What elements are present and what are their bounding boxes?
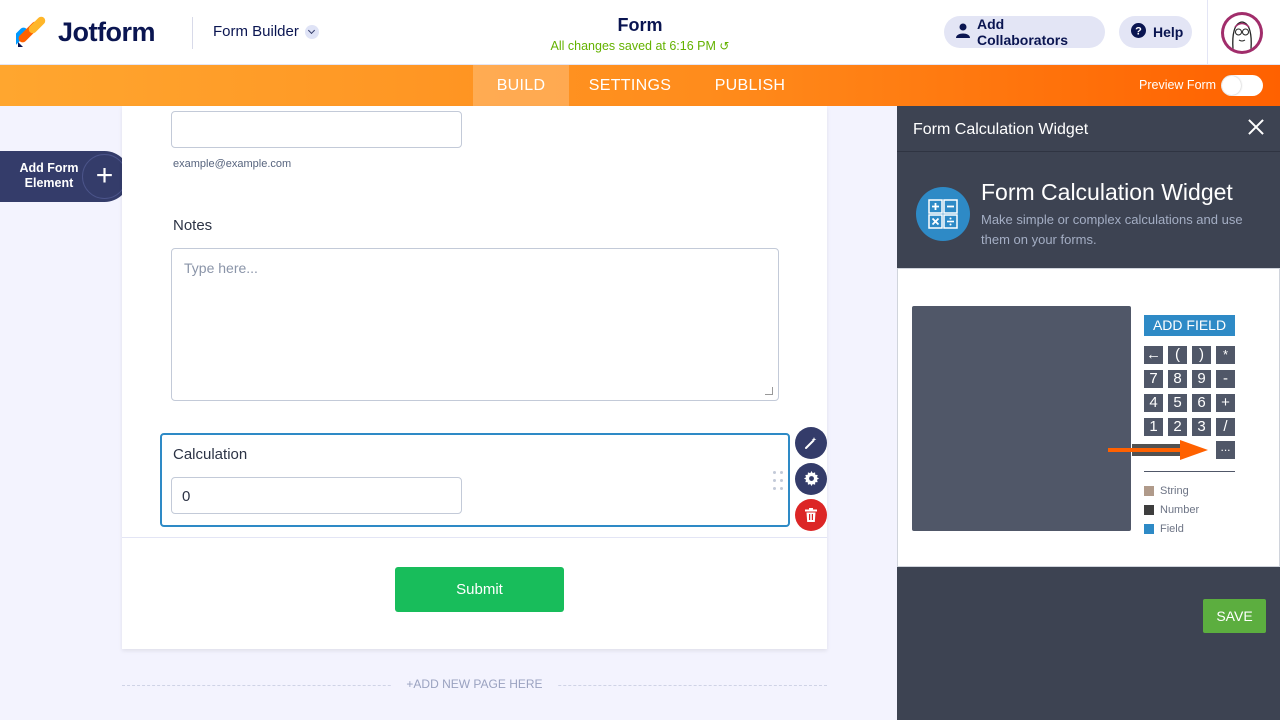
header-divider — [192, 17, 193, 49]
add-form-element-button[interactable]: Add Form Element + — [0, 151, 130, 202]
calc-key: ) — [1192, 346, 1211, 364]
formula-editor-area — [912, 306, 1131, 531]
form-divider — [122, 537, 827, 538]
widget-panel: Form Calculation Widget Form Calculation… — [897, 106, 1280, 720]
calc-key: 8 — [1168, 370, 1187, 388]
help-label: Help — [1153, 24, 1184, 40]
notes-placeholder: Type here... — [184, 260, 258, 276]
delete-field-button[interactable] — [795, 499, 827, 531]
email-sublabel: example@example.com — [173, 158, 292, 170]
help-button[interactable]: ? Help — [1119, 16, 1192, 48]
preview-form-label: Preview Form — [1139, 78, 1217, 92]
saved-status-text: All changes saved at 6:16 PM — [550, 39, 716, 53]
calc-key: 9 — [1192, 370, 1211, 388]
calc-key: 6 — [1192, 394, 1211, 412]
resize-handle-icon[interactable] — [765, 387, 773, 395]
magic-wand-icon — [805, 437, 817, 449]
notes-textarea[interactable]: Type here... — [171, 248, 779, 401]
submit-button[interactable]: Submit — [395, 567, 564, 612]
widget-title: Form Calculation Widget — [981, 179, 1233, 205]
calc-keypad-divider — [1144, 471, 1235, 472]
email-field[interactable] — [171, 111, 462, 148]
logo-text: Jotform — [58, 16, 156, 47]
header-divider-right — [1207, 0, 1208, 65]
calc-key: - — [1216, 370, 1235, 388]
gear-icon — [803, 471, 819, 486]
user-icon — [956, 23, 970, 41]
tab-build[interactable]: BUILD — [473, 65, 569, 106]
calc-key: + — [1216, 394, 1235, 412]
trash-icon — [805, 508, 817, 522]
plus-icon: + — [82, 154, 127, 199]
svg-text:?: ? — [1135, 26, 1142, 38]
legend-field-label: Field — [1160, 523, 1184, 535]
toggle-knob — [1222, 76, 1241, 95]
drag-handle-icon[interactable] — [773, 471, 783, 491]
legend-number-label: Number — [1160, 504, 1200, 516]
calc-key: 2 — [1168, 418, 1187, 436]
notes-label: Notes — [173, 217, 213, 234]
saved-status: All changes saved at 6:16 PM ↺ — [480, 39, 800, 53]
tab-publish[interactable]: PUBLISH — [700, 65, 800, 106]
user-avatar[interactable] — [1221, 12, 1263, 54]
add-page-label: +ADD NEW PAGE HERE — [392, 677, 557, 691]
preview-form-toggle[interactable] — [1221, 75, 1263, 96]
calc-key-more: ... — [1216, 441, 1235, 459]
widget-description: Make simple or complex calculations and … — [981, 212, 1243, 247]
calculation-input[interactable]: 0 — [171, 477, 462, 514]
calc-key: 3 — [1192, 418, 1211, 436]
add-collaborators-button[interactable]: Add Collaborators — [944, 16, 1105, 48]
chevron-down-icon — [304, 24, 319, 39]
question-icon: ? — [1131, 23, 1146, 41]
calculator-icon — [916, 187, 970, 241]
form-builder-label: Form Builder — [213, 23, 299, 40]
add-new-page[interactable]: +ADD NEW PAGE HERE — [122, 677, 827, 693]
builder-nav-bar: BUILD SETTINGS PUBLISH Preview Form — [0, 65, 1280, 106]
close-icon[interactable] — [1244, 115, 1268, 139]
legend-string-label: String — [1160, 485, 1189, 497]
calc-key-back-arrow-icon: ← — [1144, 346, 1163, 364]
calc-key: 5 — [1168, 394, 1187, 412]
widget-preview-card: ADD FIELD ← ( ) * 7 8 9 - 4 5 6 + 1 2 3 … — [897, 268, 1280, 567]
calculation-label: Calculation — [173, 446, 248, 463]
jotform-logo[interactable]: Jotform — [9, 16, 156, 48]
calc-key: * — [1216, 346, 1235, 364]
legend-string: String — [1144, 485, 1189, 497]
panel-header: Form Calculation Widget — [897, 106, 1280, 152]
add-page-label-wrap: +ADD NEW PAGE HERE — [122, 677, 827, 691]
panel-title: Form Calculation Widget — [913, 121, 1089, 138]
calc-key: / — [1216, 418, 1235, 436]
refresh-icon[interactable]: ↺ — [719, 39, 729, 53]
tab-settings[interactable]: SETTINGS — [580, 65, 680, 106]
field-settings-button[interactable] — [795, 463, 827, 495]
add-collaborators-label: Add Collaborators — [977, 16, 1069, 48]
calc-key: ( — [1168, 346, 1187, 364]
calc-key: 4 — [1144, 394, 1163, 412]
calc-key: 1 — [1144, 418, 1163, 436]
legend-field: Field — [1144, 523, 1184, 535]
form-builder-dropdown[interactable]: Form Builder — [213, 23, 319, 40]
orange-arrow-icon — [1108, 440, 1208, 460]
form-title[interactable]: Form — [540, 15, 740, 36]
save-button[interactable]: SAVE — [1203, 599, 1266, 633]
jotform-logo-icon — [9, 16, 46, 48]
legend-number: Number — [1144, 504, 1199, 516]
top-header: Jotform Form Builder Form All changes sa… — [0, 0, 1280, 65]
calc-key: 7 — [1144, 370, 1163, 388]
wand-button[interactable] — [795, 427, 827, 459]
add-field-button: ADD FIELD — [1144, 315, 1235, 336]
avatar-image — [1224, 15, 1260, 51]
add-form-element-label: Add Form Element — [19, 161, 79, 190]
